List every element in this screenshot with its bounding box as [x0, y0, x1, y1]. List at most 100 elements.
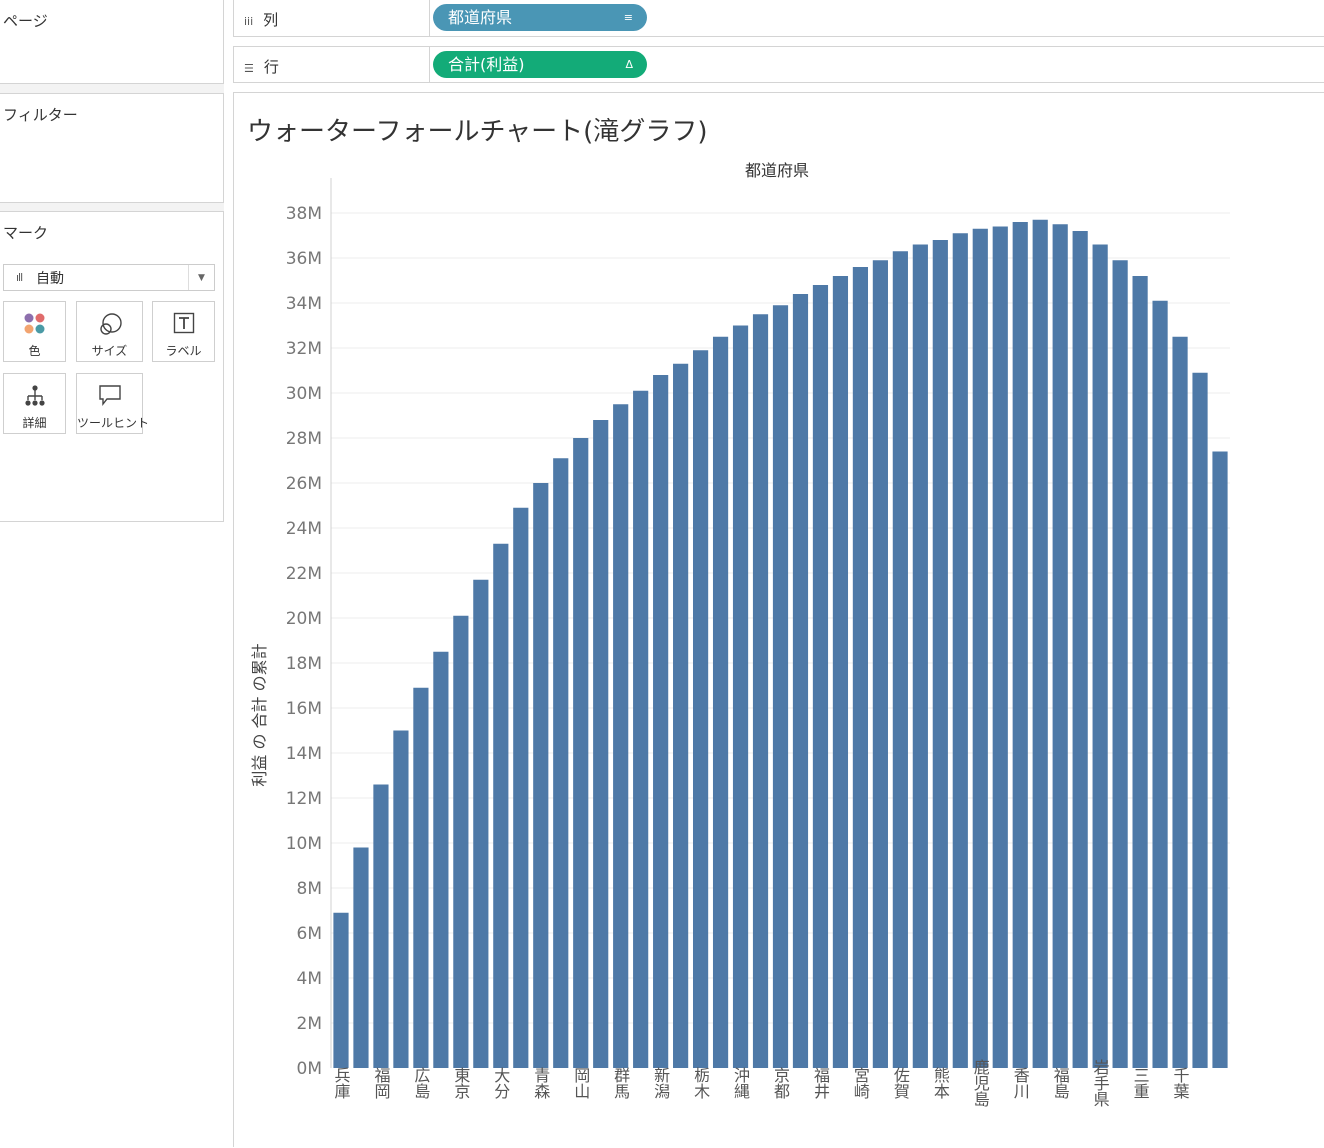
- color-icon: [24, 313, 44, 334]
- bar: [852, 267, 869, 1068]
- rows-pill-text: 合計(利益): [448, 55, 525, 74]
- bar: [772, 305, 789, 1068]
- bar: [673, 363, 689, 1068]
- columns-pill-text: 都道府県: [448, 8, 513, 27]
- size-button[interactable]: サイズ: [76, 301, 143, 362]
- bar: [1112, 260, 1128, 1068]
- bar: [453, 615, 469, 1068]
- x-tick-label: 兵庫: [331, 1067, 350, 1099]
- bar: [393, 730, 409, 1068]
- bar: [1032, 219, 1048, 1068]
- detail-button[interactable]: 詳細: [3, 373, 66, 434]
- bar: [932, 240, 948, 1068]
- bar: [653, 375, 669, 1068]
- rows-pill[interactable]: 合計(利益) Δ: [433, 51, 647, 78]
- x-tick-label: 東京: [451, 1067, 470, 1100]
- marks-panel: マーク ıll 自動 ▼ 色 サイズ ラベル 詳細 ツールヒント: [0, 211, 224, 522]
- bar: [1052, 224, 1068, 1068]
- shelf-divider: [429, 0, 430, 36]
- viz-area: ウォーターフォールチャート(滝グラフ) 都道府県 利益 の 合計 の累計 0M 2…: [233, 92, 1324, 1147]
- x-tick-label: 群馬: [611, 1067, 630, 1100]
- x-tick-label: 栃木: [691, 1067, 710, 1099]
- chevron-down-icon[interactable]: ▼: [188, 265, 214, 290]
- bar: [473, 579, 489, 1068]
- filters-title: フィルター: [3, 106, 78, 124]
- x-tick-label: 三重: [1131, 1067, 1150, 1099]
- bar: [952, 233, 968, 1068]
- bar: [553, 458, 569, 1068]
- filters-panel[interactable]: フィルター: [0, 93, 224, 203]
- mark-type-value: 自動: [36, 270, 64, 287]
- y-tick-label: 14M: [286, 744, 322, 764]
- bar: [433, 651, 449, 1068]
- bar: [732, 325, 749, 1068]
- y-tick-label: 20M: [286, 609, 322, 629]
- y-tick-label: 18M: [286, 654, 322, 674]
- bar: [613, 404, 629, 1068]
- columns-pill[interactable]: 都道府県 ≡: [433, 4, 647, 31]
- columns-shelf-label: iii 列: [244, 9, 278, 30]
- size-label: サイズ: [91, 344, 128, 358]
- label-icon: [173, 312, 194, 334]
- bar: [1192, 372, 1208, 1068]
- tooltip-label: ツールヒント: [77, 416, 150, 430]
- bar: [792, 294, 809, 1068]
- bar: [1212, 451, 1228, 1068]
- x-tick-label: 福島: [1051, 1067, 1070, 1099]
- delta-icon: Δ: [625, 58, 633, 71]
- y-tick-label: 26M: [286, 474, 322, 494]
- x-tick-label: 広島: [411, 1067, 430, 1099]
- bar: [493, 543, 509, 1068]
- x-tick-label: 熊本: [931, 1067, 950, 1099]
- bar: [1132, 276, 1148, 1068]
- rows-shelf-label: ☰ 行: [244, 56, 279, 77]
- pages-panel[interactable]: ページ: [0, 0, 224, 84]
- tooltip-button[interactable]: ツールヒント: [76, 373, 150, 434]
- bar: [872, 260, 888, 1068]
- x-tick-label: 大分: [491, 1067, 510, 1100]
- bar: [1172, 336, 1188, 1068]
- panel-gap: [0, 84, 224, 93]
- x-tick-label: 福井: [811, 1067, 830, 1099]
- mark-type-dropdown[interactable]: ıll 自動 ▼: [3, 264, 215, 291]
- y-tick-label: 22M: [286, 564, 322, 584]
- bar: [712, 336, 729, 1068]
- marks-title: マーク: [3, 224, 49, 242]
- y-tick-label: 2M: [297, 1014, 322, 1034]
- y-tick-label: 30M: [286, 384, 322, 404]
- shelf-divider: [429, 47, 430, 82]
- bar: [972, 228, 988, 1068]
- y-tick-label: 8M: [297, 879, 322, 899]
- bar: [633, 390, 649, 1068]
- x-tick-label: 沖縄: [731, 1067, 750, 1099]
- bar: [752, 314, 769, 1068]
- bar: [1072, 231, 1088, 1068]
- x-tick-label: 佐賀: [891, 1067, 910, 1099]
- bar-chart-icon: ıll: [16, 271, 23, 284]
- y-tick-label: 12M: [286, 789, 322, 809]
- label-button[interactable]: ラベル: [152, 301, 215, 362]
- columns-shelf[interactable]: iii 列 都道府県 ≡: [233, 0, 1324, 37]
- x-tick-label: 鹿児島: [971, 1059, 990, 1107]
- tooltip-icon: [98, 385, 121, 406]
- color-button[interactable]: 色: [3, 301, 66, 362]
- bar: [1152, 300, 1168, 1068]
- bar: [573, 438, 589, 1068]
- y-tick-label: 4M: [297, 969, 322, 989]
- pages-title: ページ: [3, 12, 48, 30]
- bar: [992, 226, 1008, 1068]
- x-tick-label: 宮崎: [851, 1067, 870, 1099]
- bar: [812, 285, 829, 1068]
- rows-label-text: 行: [263, 58, 279, 76]
- rows-shelf[interactable]: ☰ 行 合計(利益) Δ: [233, 46, 1324, 83]
- y-tick-label: 28M: [286, 429, 322, 449]
- columns-icon: iii: [244, 15, 254, 28]
- y-tick-label: 34M: [286, 294, 322, 314]
- bar: [413, 687, 429, 1068]
- x-tick-label: 香川: [1011, 1067, 1030, 1099]
- bar: [533, 483, 549, 1068]
- x-tick-label: 千葉: [1171, 1067, 1190, 1099]
- bar: [513, 507, 529, 1068]
- y-tick-label: 32M: [286, 339, 322, 359]
- columns-label-text: 列: [263, 11, 279, 29]
